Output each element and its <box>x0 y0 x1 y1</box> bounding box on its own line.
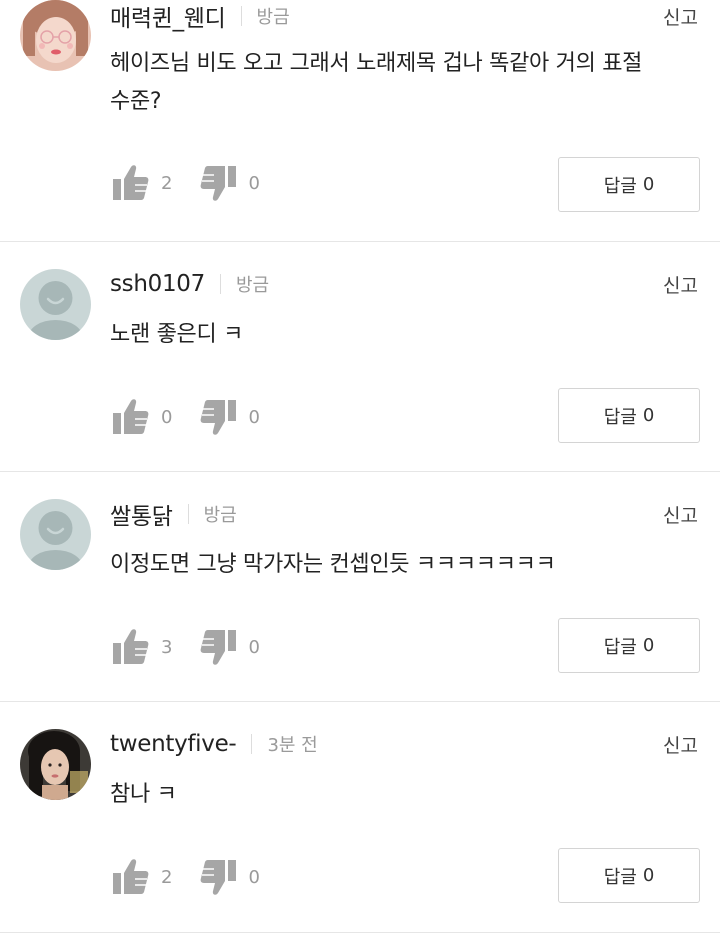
thumbs-down-icon <box>201 860 237 895</box>
username[interactable]: 쌀통닭 <box>110 497 173 531</box>
report-button[interactable]: 신고 <box>663 731 698 758</box>
thumbs-down-icon <box>201 166 237 201</box>
reply-button[interactable]: 답글 0 <box>558 388 700 443</box>
thumbs-up-icon <box>113 859 149 894</box>
default-avatar-icon <box>20 269 91 340</box>
like-button[interactable]: 2 <box>113 164 172 202</box>
divider <box>251 734 253 754</box>
like-button[interactable]: 3 <box>113 628 172 666</box>
divider <box>240 6 242 26</box>
reply-count: 0 <box>642 405 655 426</box>
timestamp: 3분 전 <box>267 735 318 756</box>
avatar-photo-icon <box>20 0 91 71</box>
like-count: 0 <box>161 406 173 428</box>
comment-header: 매력퀸_웬디 방금 신고 <box>110 0 698 33</box>
like-count: 2 <box>161 172 173 194</box>
reply-button[interactable]: 답글 0 <box>558 157 700 212</box>
thumbs-down-icon <box>201 400 237 435</box>
reply-label: 답글 <box>603 406 637 428</box>
like-button[interactable]: 0 <box>113 398 172 436</box>
thumbs-up-icon <box>113 399 149 434</box>
vote-actions: 2 0 <box>113 164 288 202</box>
divider <box>219 274 221 294</box>
comment-header: 쌀통닭 방금 신고 <box>110 497 698 531</box>
reply-count: 0 <box>642 174 655 195</box>
report-button[interactable]: 신고 <box>663 3 698 30</box>
username[interactable]: twentyfive- <box>110 731 237 757</box>
thumbs-up-icon <box>113 629 149 664</box>
comment-header: ssh0107 방금 신고 <box>110 269 698 299</box>
comment-item: 쌀통닭 방금 신고 이정도면 그냥 막가자는 컨셉인듯 ㅋㅋㅋㅋㅋㅋㅋ 3 0 … <box>0 472 720 702</box>
timestamp: 방금 <box>256 7 290 28</box>
reply-count: 0 <box>642 635 655 656</box>
reply-label: 답글 <box>603 636 637 658</box>
dislike-button[interactable]: 0 <box>200 398 260 436</box>
comment-item: 매력퀸_웬디 방금 신고 헤이즈님 비도 오고 그래서 노래제목 겁나 똑같아 … <box>0 0 720 242</box>
avatar[interactable] <box>20 729 91 800</box>
dislike-button[interactable]: 0 <box>200 164 260 202</box>
avatar[interactable] <box>20 499 91 570</box>
dislike-button[interactable]: 0 <box>200 858 260 896</box>
vote-actions: 2 0 <box>113 858 288 896</box>
comment-header: twentyfive- 3분 전 신고 <box>110 729 698 759</box>
like-button[interactable]: 2 <box>113 858 172 896</box>
default-avatar-icon <box>20 499 91 570</box>
thumbs-up-icon <box>113 165 149 200</box>
comment-text: 참나 ㅋ <box>110 782 177 807</box>
comment-text: 노랜 좋은디 ㅋ <box>110 322 244 347</box>
reply-label: 답글 <box>603 866 637 888</box>
reply-button[interactable]: 답글 0 <box>558 618 700 673</box>
reply-count: 0 <box>642 865 655 886</box>
avatar[interactable] <box>20 269 91 340</box>
dislike-count: 0 <box>248 636 260 658</box>
thumbs-down-icon <box>201 630 237 665</box>
like-count: 2 <box>161 866 173 888</box>
avatar-photo-icon <box>20 729 91 800</box>
dislike-count: 0 <box>248 406 260 428</box>
vote-actions: 3 0 <box>113 628 288 666</box>
dislike-count: 0 <box>248 866 260 888</box>
like-count: 3 <box>161 636 173 658</box>
reply-button[interactable]: 답글 0 <box>558 848 700 903</box>
dislike-count: 0 <box>248 172 260 194</box>
timestamp: 방금 <box>203 505 237 526</box>
comment-item: twentyfive- 3분 전 신고 참나 ㅋ 2 0 답글 0 <box>0 702 720 933</box>
vote-actions: 0 0 <box>113 398 288 436</box>
comment-item: ssh0107 방금 신고 노랜 좋은디 ㅋ 0 0 답글 0 <box>0 242 720 472</box>
divider <box>187 504 189 524</box>
username[interactable]: 매력퀸_웬디 <box>110 0 226 33</box>
report-button[interactable]: 신고 <box>663 501 698 528</box>
dislike-button[interactable]: 0 <box>200 628 260 666</box>
username[interactable]: ssh0107 <box>110 271 205 297</box>
avatar[interactable] <box>20 0 91 71</box>
timestamp: 방금 <box>235 275 270 296</box>
reply-label: 답글 <box>603 175 637 197</box>
comment-text: 헤이즈님 비도 오고 그래서 노래제목 겁나 똑같아 거의 표절수준? <box>110 51 643 114</box>
report-button[interactable]: 신고 <box>663 271 698 298</box>
comment-text: 이정도면 그냥 막가자는 컨셉인듯 ㅋㅋㅋㅋㅋㅋㅋ <box>110 552 556 577</box>
